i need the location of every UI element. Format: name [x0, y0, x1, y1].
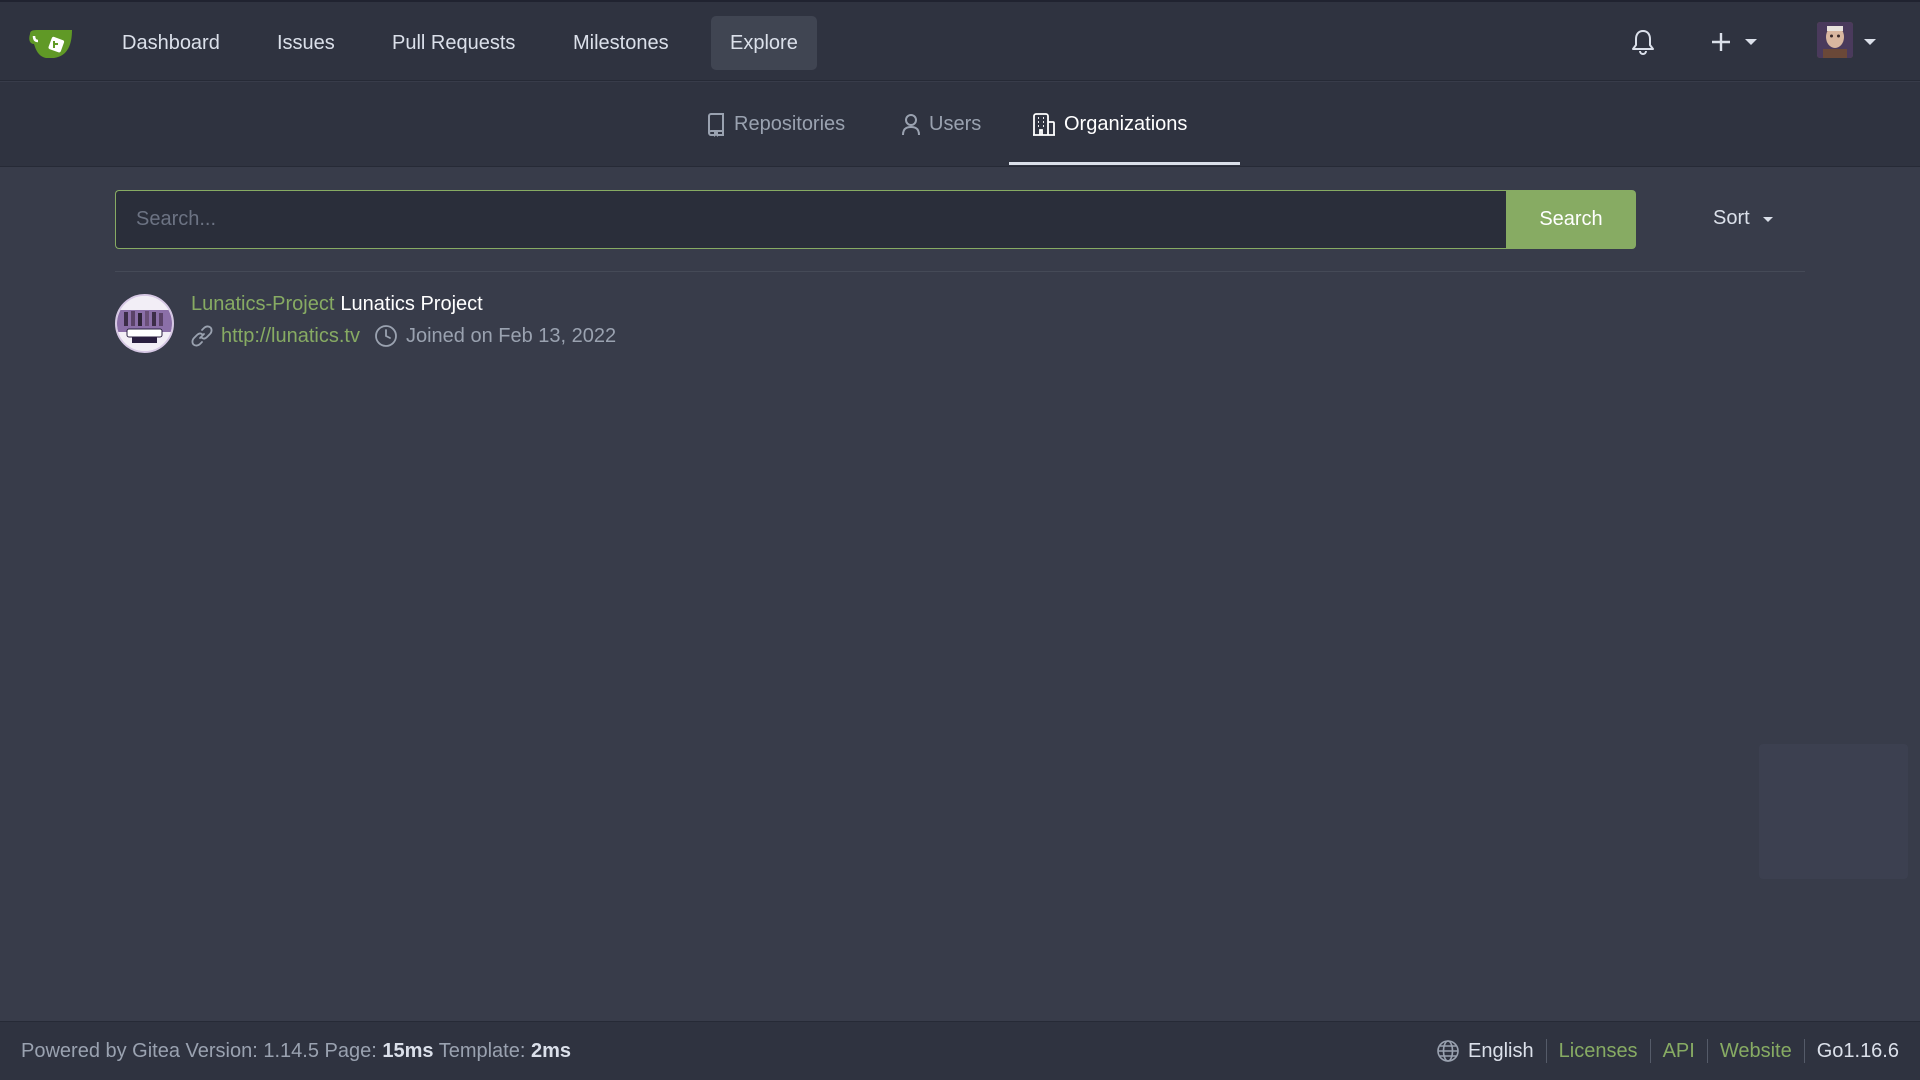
org-joined-date: Joined on Feb 13, 2022: [405, 324, 617, 347]
language-selector[interactable]: English: [1436, 1039, 1534, 1063]
footer-version-info: Powered by Gitea Version: 1.14.5 Page: 1…: [21, 1040, 571, 1063]
footer-powered-by: Powered by Gitea Version: 1.14.5 Page:: [21, 1040, 377, 1062]
chevron-down-icon: [1864, 39, 1876, 45]
tab-repositories[interactable]: Repositories: [706, 82, 845, 167]
nav-explore[interactable]: Explore: [711, 16, 817, 70]
avatar[interactable]: [1817, 22, 1853, 58]
org-name-link[interactable]: Lunatics-Project: [191, 293, 334, 315]
org-avatar-image: [117, 296, 172, 351]
sort-label: Sort: [1713, 207, 1750, 229]
footer-links: English Licenses API Website Go1.16.6: [1436, 1039, 1899, 1063]
footer: Powered by Gitea Version: 1.14.5 Page: 1…: [0, 1021, 1920, 1080]
overlay-panel: [1759, 744, 1908, 879]
chevron-down-icon: [1763, 217, 1773, 222]
clock-icon: [375, 325, 397, 347]
nav-issues[interactable]: Issues: [258, 16, 354, 70]
bell-icon[interactable]: [1631, 29, 1655, 55]
explore-tabs: Repositories Users Organizations: [0, 82, 1920, 167]
footer-licenses-link[interactable]: Licenses: [1559, 1040, 1638, 1063]
tab-organizations-label: Organizations: [1064, 113, 1188, 135]
person-icon: [902, 113, 920, 135]
tab-repositories-label: Repositories: [734, 113, 846, 135]
tab-users-label: Users: [929, 113, 982, 135]
org-meta: http://lunatics.tv Joined on Feb 13, 202…: [191, 324, 616, 348]
gitea-logo-icon[interactable]: [28, 26, 76, 62]
footer-separator: [1649, 1039, 1651, 1063]
user-avatar-icon: [1817, 22, 1853, 58]
organization-icon: [1033, 112, 1055, 136]
link-icon: [191, 325, 213, 347]
top-navbar: Dashboard Issues Pull Requests Milestone…: [0, 0, 1920, 81]
language-label: English: [1468, 1039, 1534, 1062]
footer-go-version: Go1.16.6: [1816, 1039, 1899, 1062]
repo-icon: [708, 112, 724, 137]
divider: [115, 271, 1805, 272]
plus-icon[interactable]: [1711, 32, 1731, 52]
org-avatar[interactable]: [115, 294, 174, 353]
footer-website-link[interactable]: Website: [1720, 1040, 1792, 1063]
footer-separator: [1545, 1039, 1547, 1063]
search-input[interactable]: [115, 190, 1507, 249]
search-button[interactable]: Search: [1506, 190, 1636, 249]
nav-dashboard[interactable]: Dashboard: [103, 16, 239, 70]
footer-api-link[interactable]: API: [1663, 1040, 1695, 1063]
org-full-name: Lunatics Project: [340, 293, 483, 315]
tab-organizations[interactable]: Organizations: [1032, 82, 1187, 167]
footer-separator: [1803, 1039, 1805, 1063]
org-title: Lunatics-Project Lunatics Project: [191, 293, 483, 316]
globe-icon: [1437, 1040, 1459, 1062]
sort-dropdown[interactable]: Sort: [1713, 207, 1773, 230]
footer-template-time: 2ms: [530, 1040, 572, 1062]
footer-page-time: 15ms: [382, 1040, 434, 1062]
chevron-down-icon: [1745, 39, 1757, 45]
nav-milestones[interactable]: Milestones: [554, 16, 688, 70]
footer-separator: [1706, 1039, 1708, 1063]
active-tab-indicator: [1009, 162, 1240, 165]
org-website-link[interactable]: http://lunatics.tv: [221, 325, 360, 348]
nav-pull-requests[interactable]: Pull Requests: [373, 16, 534, 70]
footer-template-label: Template:: [438, 1040, 526, 1062]
tab-users[interactable]: Users: [901, 82, 981, 167]
